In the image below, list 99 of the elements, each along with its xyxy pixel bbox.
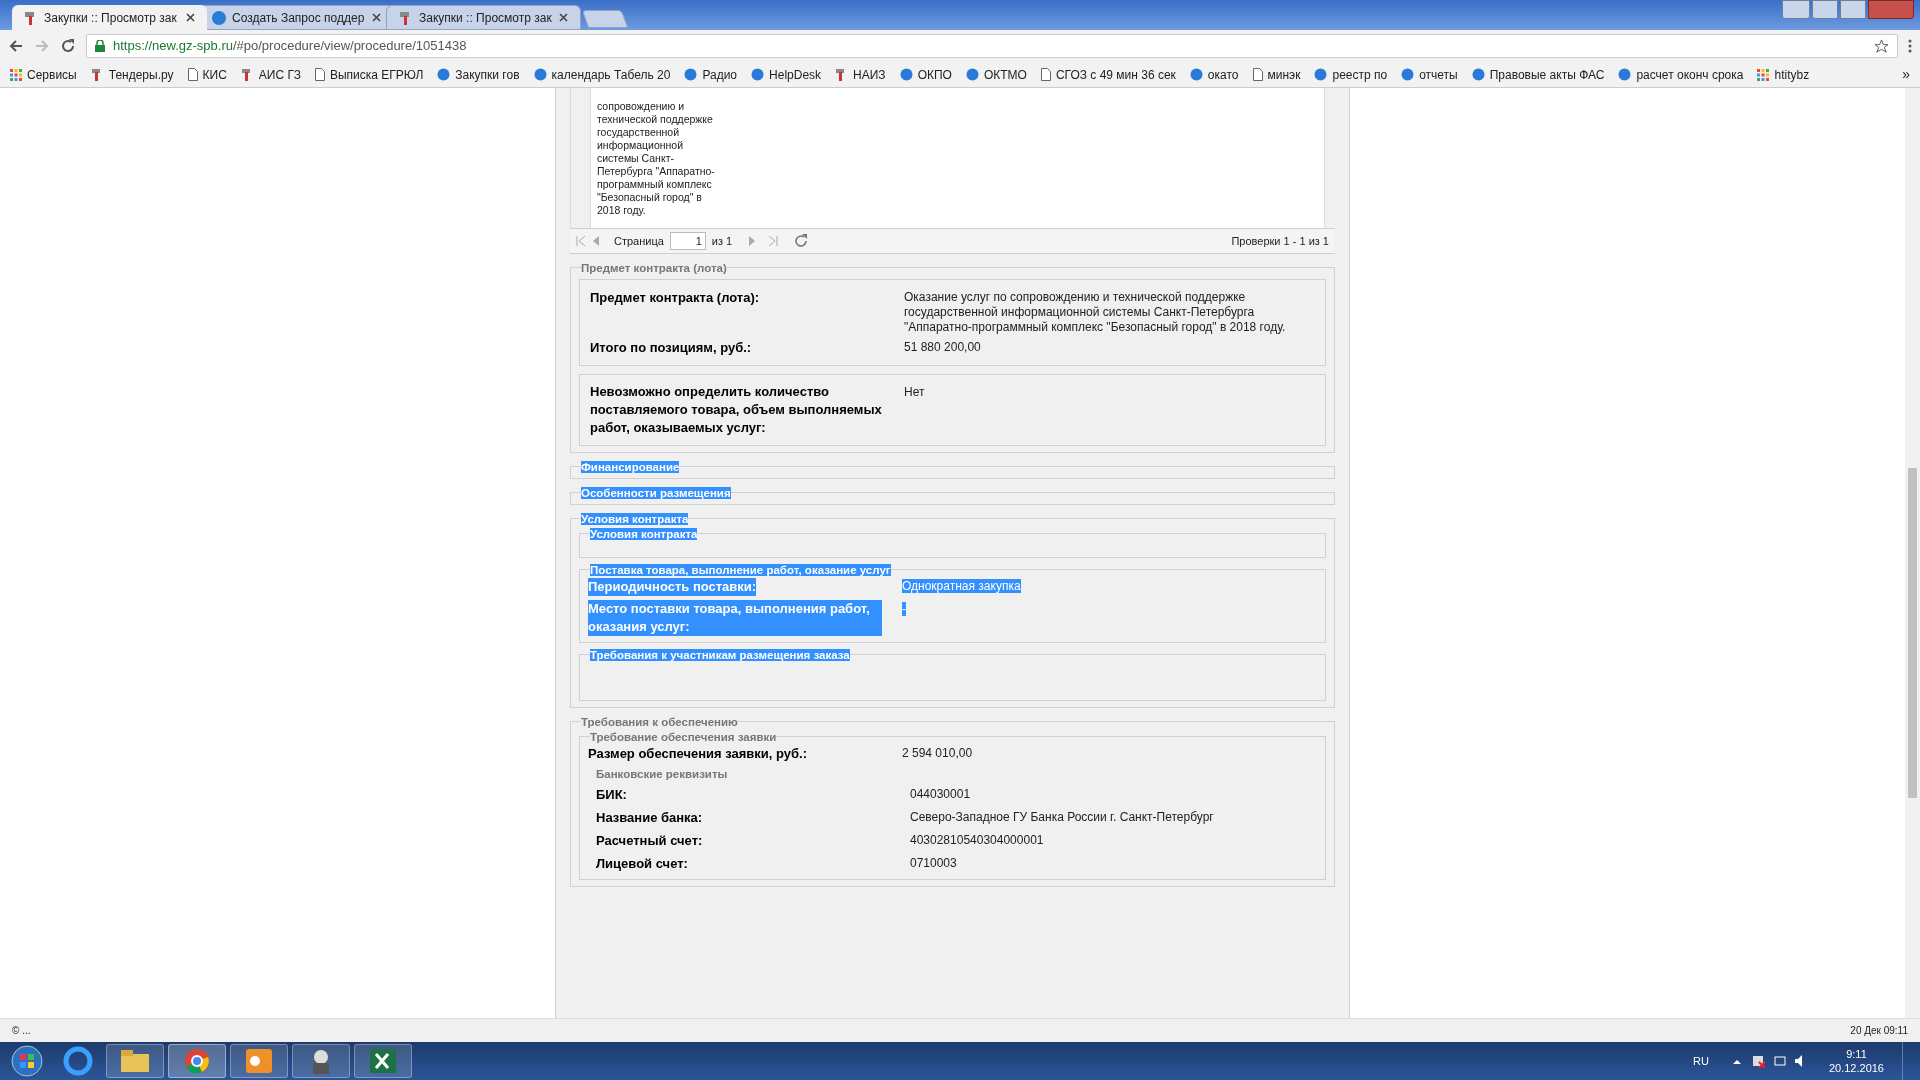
scrollbar[interactable] xyxy=(1905,88,1920,1018)
address-bar[interactable]: https://new.gz-spb.ru/#po/procedure/view/procedure/1051438 xyxy=(86,34,1898,58)
apps-grid-icon xyxy=(1757,68,1770,81)
page-icon xyxy=(314,68,325,81)
bookmark-item[interactable]: Правовые акты ФАС xyxy=(1471,65,1605,84)
section-heading[interactable]: Требования к обеспечению xyxy=(581,716,738,728)
field-label: Невозможно определить количество поставляемого товара, объем выполняемых работ, оказываемых услуг: xyxy=(590,383,883,437)
field-label: Лицевой счет: xyxy=(596,855,688,873)
folder-icon xyxy=(121,1050,149,1072)
profile-button[interactable] xyxy=(1782,0,1810,19)
spreadsheet-icon xyxy=(370,1049,396,1073)
mail-taskbar-button[interactable] xyxy=(230,1044,288,1078)
bookmark-item[interactable]: Радио xyxy=(684,65,738,84)
close-button[interactable] xyxy=(1868,0,1914,19)
field-value: Оказание услуг по сопровождению и технической поддержке государственной информационной системы Санкт-Петербурга "Аппаратно-программный комплекс "Безопасный город" в 2018 году. xyxy=(904,290,1286,334)
field-value: 2 594 010,00 xyxy=(902,746,973,760)
circle-icon xyxy=(751,68,765,81)
page-icon xyxy=(1040,68,1051,81)
refresh-icon[interactable] xyxy=(794,234,809,248)
minimize-button[interactable] xyxy=(1812,0,1838,19)
folder-taskbar-button[interactable] xyxy=(106,1044,164,1078)
circle-icon xyxy=(684,68,698,81)
bookmark-item[interactable]: отчеты xyxy=(1401,65,1458,84)
circle-icon xyxy=(1618,68,1632,81)
field-label: Расчетный счет: xyxy=(596,832,703,850)
help-icon xyxy=(212,10,226,25)
section-heading[interactable]: Требование обеспечения заявки xyxy=(590,731,777,743)
circle-icon xyxy=(1471,68,1485,81)
bookmark-item[interactable]: Тендеры.ру xyxy=(90,65,174,84)
more-bookmarks-button[interactable]: » xyxy=(1902,64,1910,85)
bookmark-item[interactable]: HelpDesk xyxy=(751,65,822,84)
field-value: - xyxy=(902,602,906,616)
circle-icon xyxy=(1314,68,1328,81)
chrome-taskbar-button[interactable] xyxy=(168,1044,226,1078)
bookmark-item[interactable]: НАИЗ xyxy=(835,65,886,84)
chrome-icon xyxy=(184,1048,210,1074)
bookmark-item[interactable]: СГОЗ с 49 мин 36 сек xyxy=(1040,65,1176,84)
field-label: Предмет контракта (лота): xyxy=(590,289,760,307)
field-value: Северо-Западное ГУ Банка России г. Санкт-Петербург xyxy=(910,810,1214,824)
field-label: Периодичность поставки: xyxy=(588,578,757,596)
record-count: Проверки 1 - 1 из 1 xyxy=(1231,233,1329,249)
bookmark-star-icon[interactable] xyxy=(1874,38,1889,54)
clock[interactable]: 9:11 20.12.2016 xyxy=(1828,1047,1884,1075)
language-indicator[interactable]: RU xyxy=(1693,1052,1709,1070)
field-value: Нет xyxy=(904,385,925,399)
field-label: Название банка: xyxy=(596,809,703,827)
circle-icon xyxy=(899,68,913,81)
page-label: Страница xyxy=(614,233,664,249)
circle-icon xyxy=(965,68,979,81)
bookmark-item[interactable]: ОКТМО xyxy=(965,65,1027,84)
bookmark-item[interactable]: окато xyxy=(1189,65,1239,84)
browser-tab[interactable]: Закупки :: Просмотр зак xyxy=(12,5,207,30)
field-label: БИК: xyxy=(596,786,627,804)
circle-icon xyxy=(533,68,547,81)
close-tab-icon[interactable] xyxy=(186,13,195,22)
bookmark-item[interactable]: htitybz xyxy=(1757,65,1810,84)
page-icon xyxy=(187,68,198,81)
mail-icon xyxy=(246,1049,272,1073)
bookmark-item[interactable]: КИС xyxy=(187,65,227,84)
page-icon xyxy=(1252,68,1263,81)
bookmark-item[interactable]: минэк xyxy=(1252,65,1301,84)
menu-icon[interactable] xyxy=(1908,39,1912,53)
browser-tab[interactable]: Закупки :: Просмотр зак xyxy=(386,5,581,30)
spreadsheet-taskbar-button[interactable] xyxy=(354,1044,412,1078)
close-tab-icon[interactable] xyxy=(559,13,568,22)
bookmark-item[interactable]: Закупки гов xyxy=(437,65,520,84)
circle-icon xyxy=(437,68,451,81)
circle-icon xyxy=(1401,68,1415,81)
close-tab-icon[interactable] xyxy=(372,13,381,22)
back-icon[interactable] xyxy=(8,38,24,54)
bookmark-item[interactable]: АИС ГЗ xyxy=(240,65,301,84)
maximize-button[interactable] xyxy=(1840,0,1866,19)
field-label: Итого по позициям, руб.: xyxy=(590,339,752,357)
field-value: 0710003 xyxy=(910,856,957,870)
field-value: 40302810540304000001 xyxy=(910,833,1044,847)
status-text: © ... xyxy=(12,1024,31,1038)
section-heading[interactable]: Предмет контракта (лота) xyxy=(581,262,727,274)
bookmark-item[interactable]: календарь Табель 20 xyxy=(533,65,671,84)
page-number-field[interactable]: 1 xyxy=(669,232,706,250)
table-cell-text: сопровождению и технической поддержке государственной информационной системы Санкт-Петербурга "Аппаратно-программный комплекс "Безопасный город" в 2018 году. xyxy=(597,99,716,218)
bookmark-item[interactable]: реестр по xyxy=(1314,65,1388,84)
page-count: из 1 xyxy=(711,233,733,249)
field-label: Размер обеспечения заявки, руб.: xyxy=(588,745,808,763)
reload-icon[interactable] xyxy=(60,38,76,54)
bookmark-item[interactable]: Сервисы xyxy=(10,65,77,84)
url-text: https://new.gz-spb.ru/#po/procedure/view/procedure/1051438 xyxy=(113,37,467,56)
bookmark-item[interactable]: ОКПО xyxy=(899,65,952,84)
field-value: 51 880 200,00 xyxy=(904,340,981,354)
circle-icon xyxy=(1189,68,1203,81)
lock-icon xyxy=(95,40,105,52)
group-heading: Банковские реквизиты xyxy=(595,767,729,781)
field-value: 044030001 xyxy=(910,787,971,801)
bookmark-item[interactable]: Выписка ЕГРЮЛ xyxy=(314,65,424,84)
field-label: Место поставки товара, выполнения работ, оказания услуг: xyxy=(588,600,882,636)
bookmark-item[interactable]: расчет оконч срока xyxy=(1618,65,1744,84)
apps-grid-icon xyxy=(10,68,22,81)
status-date: 20 Дек 09:11 xyxy=(1850,1024,1908,1038)
new-tab-button[interactable] xyxy=(581,10,629,28)
app-taskbar-button[interactable] xyxy=(292,1044,350,1078)
